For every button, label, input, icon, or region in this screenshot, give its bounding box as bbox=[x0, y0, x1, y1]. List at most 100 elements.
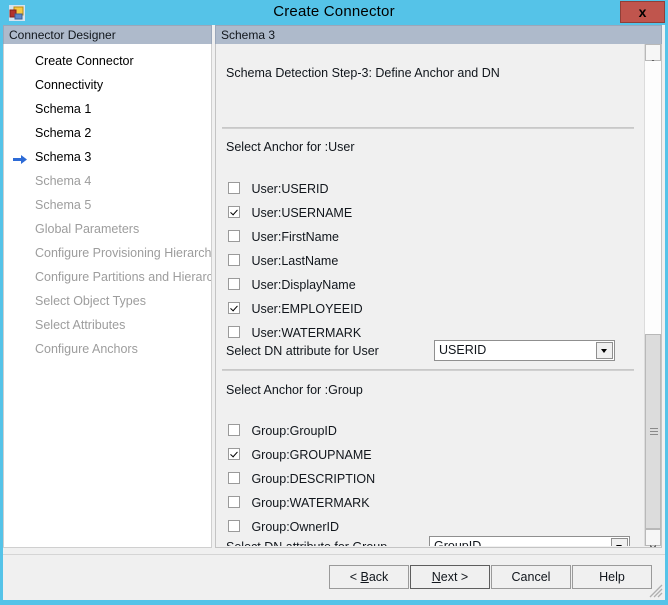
checkbox-box[interactable] bbox=[228, 495, 240, 508]
sidebar-item-label: Create Connector bbox=[35, 54, 134, 68]
user-section-label: Select Anchor for :User bbox=[226, 140, 355, 154]
checkbox-label: User:WATERMARK bbox=[251, 325, 362, 340]
group-section-label: Select Anchor for :Group bbox=[226, 383, 363, 397]
sidebar-item-label: Connectivity bbox=[35, 78, 104, 92]
sidebar-item-connectivity[interactable]: Connectivity bbox=[4, 73, 211, 97]
title-bar: Create Connector x bbox=[0, 0, 668, 25]
schema-panel: Schema 3 Schema Detection Step-3: Define… bbox=[215, 25, 662, 548]
checkbox-box[interactable] bbox=[228, 301, 240, 314]
sidebar-item-label: Global Parameters bbox=[35, 222, 140, 236]
group-dn-select[interactable]: GroupID bbox=[429, 536, 630, 546]
checkbox-label: Group:WATERMARK bbox=[251, 495, 370, 510]
back-accel: B bbox=[360, 570, 369, 584]
checkbox-label: User:USERNAME bbox=[251, 205, 353, 220]
divider-top bbox=[222, 127, 634, 129]
sidebar-item-configure-provisioning-hierarchy: Configure Provisioning Hierarchy bbox=[4, 241, 211, 265]
sidebar-item-create-connector[interactable]: Create Connector bbox=[4, 49, 211, 73]
checkbox-user-userid[interactable]: User:USERID bbox=[228, 180, 329, 198]
sidebar-item-label: Select Object Types bbox=[35, 294, 146, 308]
checkbox-group-watermark[interactable]: Group:WATERMARK bbox=[228, 494, 370, 512]
checkbox-box[interactable] bbox=[228, 205, 240, 218]
schema-panel-header: Schema 3 bbox=[215, 25, 662, 44]
chevron-down-icon bbox=[649, 536, 657, 547]
checkbox-label: Group:DESCRIPTION bbox=[251, 471, 376, 486]
checkbox-label: Group:GroupID bbox=[251, 423, 337, 438]
checkbox-user-lastname[interactable]: User:LastName bbox=[228, 252, 338, 270]
checkbox-user-displayname[interactable]: User:DisplayName bbox=[228, 276, 356, 294]
sidebar-list[interactable]: Create Connector Connectivity Schema 1 S… bbox=[3, 44, 212, 548]
checkbox-user-employeeid[interactable]: User:EMPLOYEEID bbox=[228, 300, 363, 318]
user-dn-select[interactable]: USERID bbox=[434, 340, 615, 361]
checkbox-box[interactable] bbox=[228, 229, 240, 242]
sidebar-item-schema-1[interactable]: Schema 1 bbox=[4, 97, 211, 121]
close-icon[interactable]: x bbox=[620, 1, 665, 23]
step-title: Schema Detection Step-3: Define Anchor a… bbox=[226, 66, 500, 80]
checkbox-box[interactable] bbox=[228, 471, 240, 484]
current-step-arrow-icon bbox=[13, 150, 28, 164]
sidebar-item-select-object-types: Select Object Types bbox=[4, 289, 211, 313]
cancel-button[interactable]: Cancel bbox=[491, 565, 571, 589]
checkbox-group-ownerid[interactable]: Group:OwnerID bbox=[228, 518, 339, 536]
checkbox-group-groupname[interactable]: Group:GROUPNAME bbox=[228, 446, 372, 464]
checkbox-box[interactable] bbox=[228, 423, 240, 436]
next-button[interactable]: Next > bbox=[410, 565, 490, 589]
sidebar-item-configure-partitions-and-hierarchies: Configure Partitions and Hierarchies bbox=[4, 265, 211, 289]
client-area: Connector Designer Create Connector Conn… bbox=[3, 25, 665, 600]
sidebar-item-schema-5: Schema 5 bbox=[4, 193, 211, 217]
sidebar-header: Connector Designer bbox=[3, 25, 212, 44]
create-connector-window: Create Connector x Connector Designer Cr… bbox=[0, 0, 668, 605]
sidebar-item-configure-anchors: Configure Anchors bbox=[4, 337, 211, 361]
window-title: Create Connector bbox=[273, 3, 395, 20]
checkbox-box[interactable] bbox=[228, 519, 240, 532]
scroll-track[interactable] bbox=[645, 61, 661, 529]
checkbox-user-firstname[interactable]: User:FirstName bbox=[228, 228, 339, 246]
chevron-up-icon bbox=[649, 51, 657, 64]
sidebar-item-label: Schema 4 bbox=[35, 174, 92, 188]
checkbox-group-description[interactable]: Group:DESCRIPTION bbox=[228, 470, 375, 488]
chevron-down-icon[interactable] bbox=[611, 538, 628, 546]
sidebar-item-label: Schema 2 bbox=[35, 126, 92, 140]
scroll-up-button[interactable] bbox=[645, 44, 661, 64]
sidebar-item-label: Configure Anchors bbox=[35, 342, 138, 356]
checkbox-label: User:EMPLOYEEID bbox=[251, 301, 363, 316]
vertical-scrollbar[interactable] bbox=[644, 44, 661, 547]
sidebar-item-label: Schema 1 bbox=[35, 102, 92, 116]
sidebar-item-schema-2[interactable]: Schema 2 bbox=[4, 121, 211, 145]
checkbox-box[interactable] bbox=[228, 253, 240, 266]
sidebar-item-global-parameters: Global Parameters bbox=[4, 217, 211, 241]
chevron-down-icon[interactable] bbox=[596, 342, 613, 359]
sidebar-item-schema-3[interactable]: Schema 3 bbox=[4, 145, 211, 169]
next-rest: ext > bbox=[440, 570, 469, 584]
checkbox-label: Group:OwnerID bbox=[251, 519, 339, 534]
dialog-footer: < Back Next > Cancel Help bbox=[3, 555, 665, 600]
sidebar-item-label: Schema 3 bbox=[35, 150, 92, 164]
checkbox-box[interactable] bbox=[228, 325, 240, 338]
sidebar-item-label: Configure Partitions and Hierarchies bbox=[35, 270, 211, 284]
anchor-dn-form: Schema Detection Step-3: Define Anchor a… bbox=[216, 44, 644, 546]
checkbox-box[interactable] bbox=[228, 181, 240, 194]
help-button[interactable]: Help bbox=[572, 565, 652, 589]
next-accel: N bbox=[431, 570, 441, 584]
scroll-thumb[interactable] bbox=[645, 334, 661, 529]
scroll-down-button[interactable] bbox=[645, 529, 661, 547]
sidebar-item-label: Schema 5 bbox=[35, 198, 92, 212]
checkbox-label: Group:GROUPNAME bbox=[251, 447, 372, 462]
checkbox-label: User:USERID bbox=[251, 181, 329, 196]
connector-designer-panel: Connector Designer Create Connector Conn… bbox=[3, 25, 212, 548]
checkbox-user-watermark[interactable]: User:WATERMARK bbox=[228, 324, 361, 342]
checkbox-label: User:LastName bbox=[251, 253, 339, 268]
user-dn-value: USERID bbox=[439, 343, 487, 357]
checkbox-group-groupid[interactable]: Group:GroupID bbox=[228, 422, 337, 440]
scroll-grip-icon bbox=[650, 428, 658, 435]
group-dn-value: GroupID bbox=[434, 539, 482, 546]
resize-grip-icon[interactable] bbox=[649, 584, 663, 598]
checkbox-box[interactable] bbox=[228, 447, 240, 460]
checkbox-user-username[interactable]: User:USERNAME bbox=[228, 204, 352, 222]
sidebar-item-label: Configure Provisioning Hierarchy bbox=[35, 246, 212, 260]
checkbox-label: User:DisplayName bbox=[251, 277, 356, 292]
user-dn-label: Select DN attribute for User bbox=[226, 344, 379, 358]
sidebar-item-select-attributes: Select Attributes bbox=[4, 313, 211, 337]
divider-middle bbox=[222, 369, 634, 371]
checkbox-box[interactable] bbox=[228, 277, 240, 290]
back-button[interactable]: < Back bbox=[329, 565, 409, 589]
